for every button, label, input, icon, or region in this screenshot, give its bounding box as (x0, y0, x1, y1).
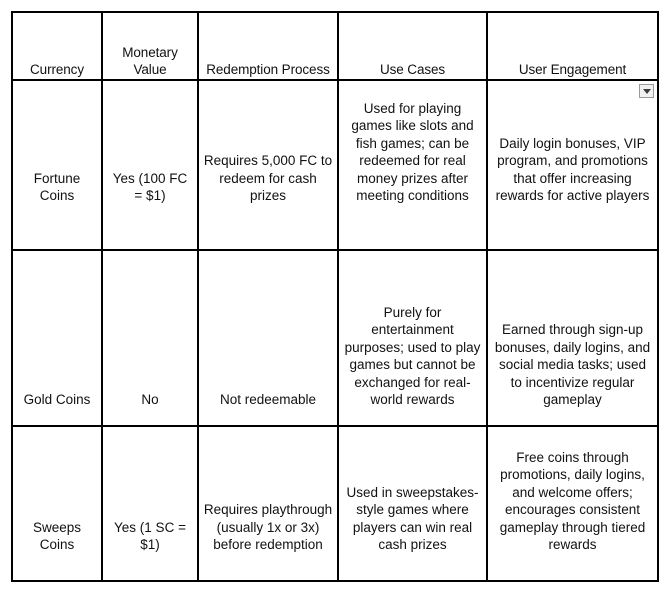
cell-redemption-process: Requires 5,000 FC to redeem for cash pri… (197, 79, 339, 251)
cell-user-engagement: Daily login bonuses, VIP program, and pr… (486, 79, 659, 251)
cell-use-cases: Purely for entertainment purposes; used … (337, 249, 488, 427)
column-header-redemption-process: Redemption Process (197, 11, 339, 81)
cell-user-engagement: Earned through sign-up bonuses, daily lo… (486, 249, 659, 427)
cell-redemption-process: Requires playthrough (usually 1x or 3x) … (197, 425, 339, 582)
table-header-row: Currency Monetary Value Redemption Proce… (11, 11, 659, 81)
table-row: Gold Coins No Not redeemable Purely for … (11, 249, 659, 427)
column-header-currency: Currency (11, 11, 103, 81)
currency-comparison-table: Currency Monetary Value Redemption Proce… (11, 11, 659, 582)
table-row: Fortune Coins Yes (100 FC = $1) Requires… (11, 79, 659, 251)
chevron-down-icon[interactable] (639, 84, 654, 98)
cell-monetary-value: Yes (1 SC = $1) (101, 425, 199, 582)
column-header-user-engagement: User Engagement (486, 11, 659, 81)
column-header-use-cases: Use Cases (337, 11, 488, 81)
cell-monetary-value: Yes (100 FC = $1) (101, 79, 199, 251)
page-root: Currency Monetary Value Redemption Proce… (0, 0, 660, 589)
cell-user-engagement-text: Daily login bonuses, VIP program, and pr… (495, 135, 650, 204)
cell-currency: Sweeps Coins (11, 425, 103, 582)
cell-user-engagement: Free coins through promotions, daily log… (486, 425, 659, 582)
column-header-monetary-value: Monetary Value (101, 11, 199, 81)
cell-use-cases: Used for playing games like slots and fi… (337, 79, 488, 251)
cell-monetary-value: No (101, 249, 199, 427)
cell-currency: Gold Coins (11, 249, 103, 427)
cell-currency: Fortune Coins (11, 79, 103, 251)
cell-use-cases: Used in sweepstakes-style games where pl… (337, 425, 488, 582)
table-body: Fortune Coins Yes (100 FC = $1) Requires… (11, 79, 659, 582)
table-header: Currency Monetary Value Redemption Proce… (11, 11, 659, 81)
table-row: Sweeps Coins Yes (1 SC = $1) Requires pl… (11, 425, 659, 582)
cell-redemption-process: Not redeemable (197, 249, 339, 427)
caret-glyph (642, 88, 651, 94)
